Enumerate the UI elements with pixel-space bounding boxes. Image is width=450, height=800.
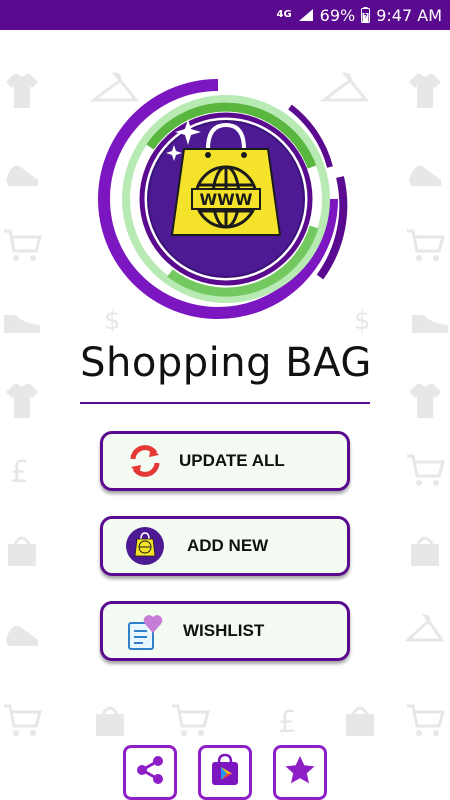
title-underline xyxy=(80,402,370,404)
shirt-icon xyxy=(6,384,38,418)
cart-icon xyxy=(4,704,42,736)
status-bar: 4G 69% 9:47 AM xyxy=(0,0,450,30)
handbag-icon xyxy=(346,706,374,736)
svg-text:£: £ xyxy=(278,705,297,740)
hanger-icon xyxy=(405,614,445,642)
rate-button[interactable] xyxy=(273,745,327,800)
battery-icon xyxy=(361,7,371,23)
wishlist-button[interactable]: WISHLIST xyxy=(100,601,350,661)
shirt-icon xyxy=(6,74,38,108)
share-button[interactable] xyxy=(123,745,177,800)
logo-globe-text: WWW xyxy=(200,190,253,209)
update-all-label: UPDATE ALL xyxy=(179,451,285,470)
add-new-button[interactable]: ADD NEW xyxy=(100,516,350,576)
cart-icon xyxy=(407,704,445,736)
add-new-label: ADD NEW xyxy=(187,536,269,555)
pound-icon: £ xyxy=(278,705,297,740)
shopping-bag-icon xyxy=(125,526,165,566)
play-store-icon xyxy=(207,752,243,793)
handbag-icon xyxy=(411,536,439,566)
handbag-icon xyxy=(96,706,124,736)
svg-text:£: £ xyxy=(10,455,29,490)
star-icon xyxy=(283,753,317,792)
refresh-icon xyxy=(125,441,165,481)
shoe-icon xyxy=(412,315,448,333)
signal-icon xyxy=(298,8,314,22)
shirt-icon xyxy=(409,74,441,108)
network-indicator: 4G xyxy=(276,9,292,20)
heel-shoe-icon xyxy=(409,165,441,186)
cart-icon xyxy=(172,704,210,736)
shirt-icon xyxy=(409,384,441,418)
update-all-button[interactable]: UPDATE ALL xyxy=(100,431,350,491)
pound-icon: £ xyxy=(10,455,29,490)
share-icon xyxy=(133,753,167,792)
shoe-icon xyxy=(4,315,40,333)
clock: 9:47 AM xyxy=(376,5,442,25)
cart-icon xyxy=(4,229,42,261)
heel-shoe-icon xyxy=(6,165,38,186)
cart-icon xyxy=(407,454,445,486)
heel-shoe-icon xyxy=(6,625,38,646)
handbag-icon xyxy=(8,536,36,566)
app-title: Shopping BAG xyxy=(80,340,372,386)
play-store-button[interactable] xyxy=(198,745,252,800)
wishlist-heart-icon xyxy=(125,611,165,651)
wishlist-label: WISHLIST xyxy=(183,621,265,640)
cart-icon xyxy=(407,229,445,261)
app-logo: WWW xyxy=(90,77,362,320)
battery-percent: 69% xyxy=(319,5,356,25)
